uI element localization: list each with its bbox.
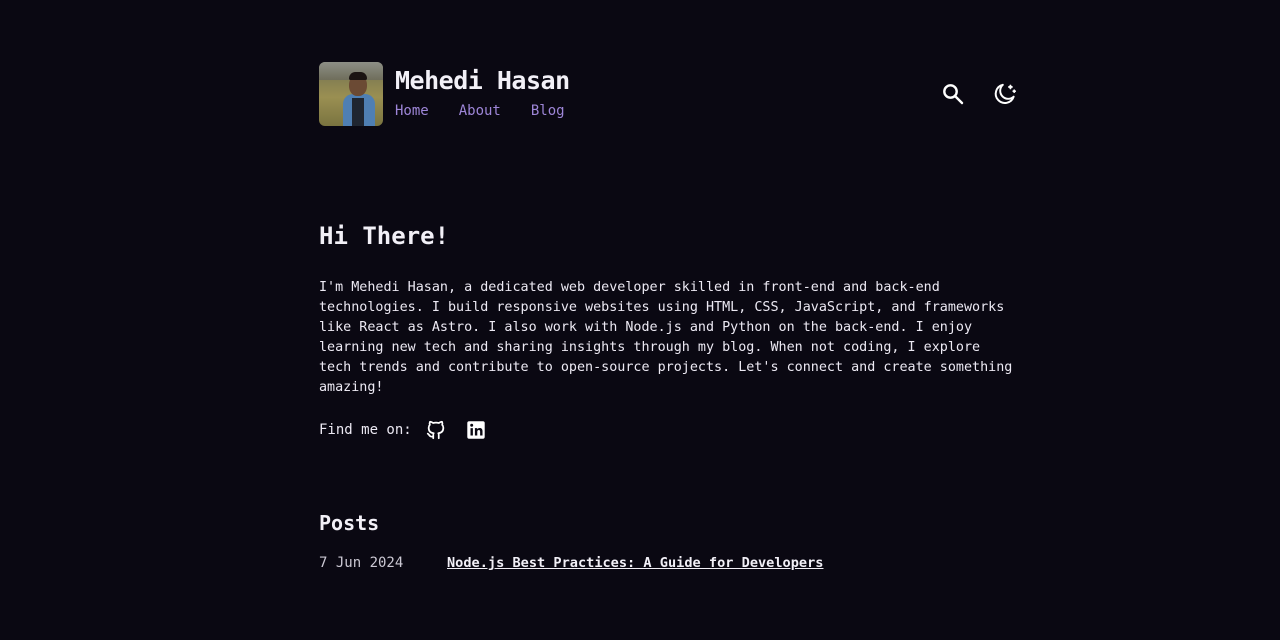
search-icon bbox=[943, 84, 964, 105]
nav-blog-link[interactable]: Blog bbox=[531, 103, 565, 119]
site-title[interactable]: Mehedi Hasan bbox=[395, 66, 570, 95]
nav-home-link[interactable]: Home bbox=[395, 103, 429, 119]
nav-about-link[interactable]: About bbox=[459, 103, 501, 119]
site-header: Mehedi Hasan Home About Blog bbox=[319, 62, 1019, 126]
moon-icon bbox=[994, 83, 1017, 104]
bio-text: I'm Mehedi Hasan, a dedicated web develo… bbox=[319, 280, 1013, 395]
search-button[interactable] bbox=[938, 79, 968, 109]
main-nav: Home About Blog bbox=[395, 103, 565, 119]
post-date: 7 Jun 2024 bbox=[319, 555, 404, 571]
list-item: 7 Jun 2024 Node.js Best Practices: A Gui… bbox=[319, 555, 823, 571]
github-icon bbox=[426, 420, 444, 440]
github-link[interactable] bbox=[424, 418, 448, 442]
post-title-link[interactable]: Node.js Best Practices: A Guide for Deve… bbox=[447, 555, 823, 571]
avatar[interactable] bbox=[319, 62, 383, 126]
hero-title: Hi There! bbox=[319, 222, 450, 250]
social-links: Find me on: bbox=[319, 418, 504, 442]
posts-heading: Posts bbox=[319, 511, 380, 535]
find-me-label: Find me on: bbox=[319, 422, 412, 438]
linkedin-icon bbox=[467, 421, 485, 439]
theme-toggle-button[interactable] bbox=[990, 79, 1020, 109]
linkedin-link[interactable] bbox=[464, 418, 488, 442]
